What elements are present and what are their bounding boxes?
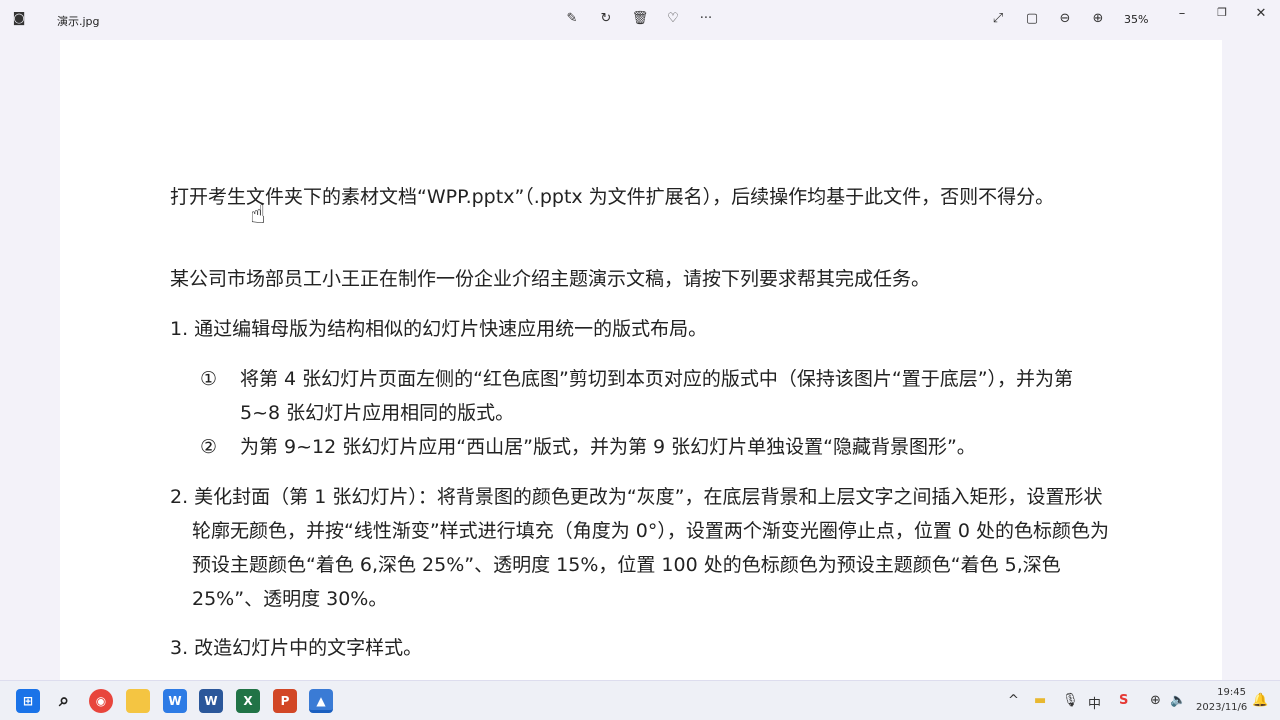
image-view: 打开考生文件夹下的素材文档“WPP.pptx”（.pptx 为文件扩展名），后续… — [60, 40, 1222, 680]
item-3: 3. 改造幻灯片中的文字样式。 — [170, 637, 423, 659]
fullscreen-icon[interactable]: ⤢ — [989, 11, 1007, 26]
search-icon[interactable]: ⌕ — [52, 689, 76, 713]
taskbar: ⊞ ⌕ ◉ W W X P ▲ ^ ▬ 🎙 中 S ⊕ 🔈 19:45 2023… — [0, 680, 1280, 720]
more-icon[interactable]: ··· — [697, 11, 715, 26]
file-explorer-icon[interactable] — [126, 689, 150, 713]
sub-item-2: 为第 9~12 张幻灯片应用“西山居”版式，并为第 9 张幻灯片单独设置“隐藏背… — [240, 436, 976, 458]
minimize-button[interactable]: – — [1173, 6, 1191, 21]
word-icon[interactable]: W — [199, 689, 223, 713]
volume-icon[interactable]: 🔈 — [1170, 693, 1186, 708]
item-1: 1. 通过编辑母版为结构相似的幻灯片快速应用统一的版式布局。 — [170, 318, 708, 340]
sub-item-1: 将第 4 张幻灯片页面左侧的“红色底图”剪切到本页对应的版式中（保持该图片“置于… — [240, 368, 1074, 424]
title-bar: ◙ 演示.jpg ✎ ↻ 🗑 ♡ ··· ⤢ ▢ ⊖ ⊕ 35% – ❐ ✕ — [0, 0, 1280, 40]
photos-app-icon: ◙ — [12, 11, 26, 26]
close-button[interactable]: ✕ — [1252, 6, 1270, 21]
rotate-icon[interactable]: ↻ — [597, 11, 615, 26]
sogou-icon[interactable]: S — [1119, 693, 1128, 708]
paragraph-intro: 打开考生文件夹下的素材文档“WPP.pptx”（.pptx 为文件扩展名），后续… — [170, 186, 1055, 208]
edit-icon[interactable]: ✎ — [563, 11, 581, 26]
powerpoint-icon[interactable]: P — [273, 689, 297, 713]
restore-button[interactable]: ❐ — [1213, 6, 1231, 19]
hand-cursor-icon: ☝ — [250, 200, 266, 230]
start-icon[interactable]: ⊞ — [16, 689, 40, 713]
clock-date[interactable]: 2023/11/6 — [1196, 702, 1247, 713]
wps-icon[interactable]: W — [163, 689, 187, 713]
clock-time[interactable]: 19:45 — [1214, 687, 1246, 698]
sub-num-1: ① — [200, 368, 218, 390]
zoom-in-icon[interactable]: ⊕ — [1089, 11, 1107, 26]
zoom-level[interactable]: 35% — [1124, 13, 1148, 26]
photos-icon[interactable]: ▲ — [309, 689, 333, 713]
delete-icon[interactable]: 🗑 — [631, 11, 649, 26]
favorite-icon[interactable]: ♡ — [664, 11, 682, 26]
item-2: 2. 美化封面（第 1 张幻灯片）：将背景图的颜色更改为“灰度”，在底层背景和上… — [170, 486, 1109, 610]
fit-window-icon[interactable]: ▢ — [1023, 11, 1041, 26]
folder-tray-icon[interactable]: ▬ — [1034, 693, 1046, 708]
window-title: 演示.jpg — [57, 15, 100, 28]
chrome-icon[interactable]: ◉ — [89, 689, 113, 713]
microphone-icon[interactable]: 🎙 — [1062, 693, 1079, 708]
sub-num-2: ② — [200, 436, 218, 458]
show-hidden-icon[interactable]: ^ — [1008, 693, 1019, 708]
zoom-out-icon[interactable]: ⊖ — [1056, 11, 1074, 26]
notification-icon[interactable]: 🔔 — [1252, 693, 1268, 708]
excel-icon[interactable]: X — [236, 689, 260, 713]
network-icon[interactable]: ⊕ — [1150, 693, 1161, 708]
ime-icon[interactable]: 中 — [1088, 693, 1101, 712]
paragraph-task: 某公司市场部员工小王正在制作一份企业介绍主题演示文稿，请按下列要求帮其完成任务。 — [170, 268, 931, 290]
